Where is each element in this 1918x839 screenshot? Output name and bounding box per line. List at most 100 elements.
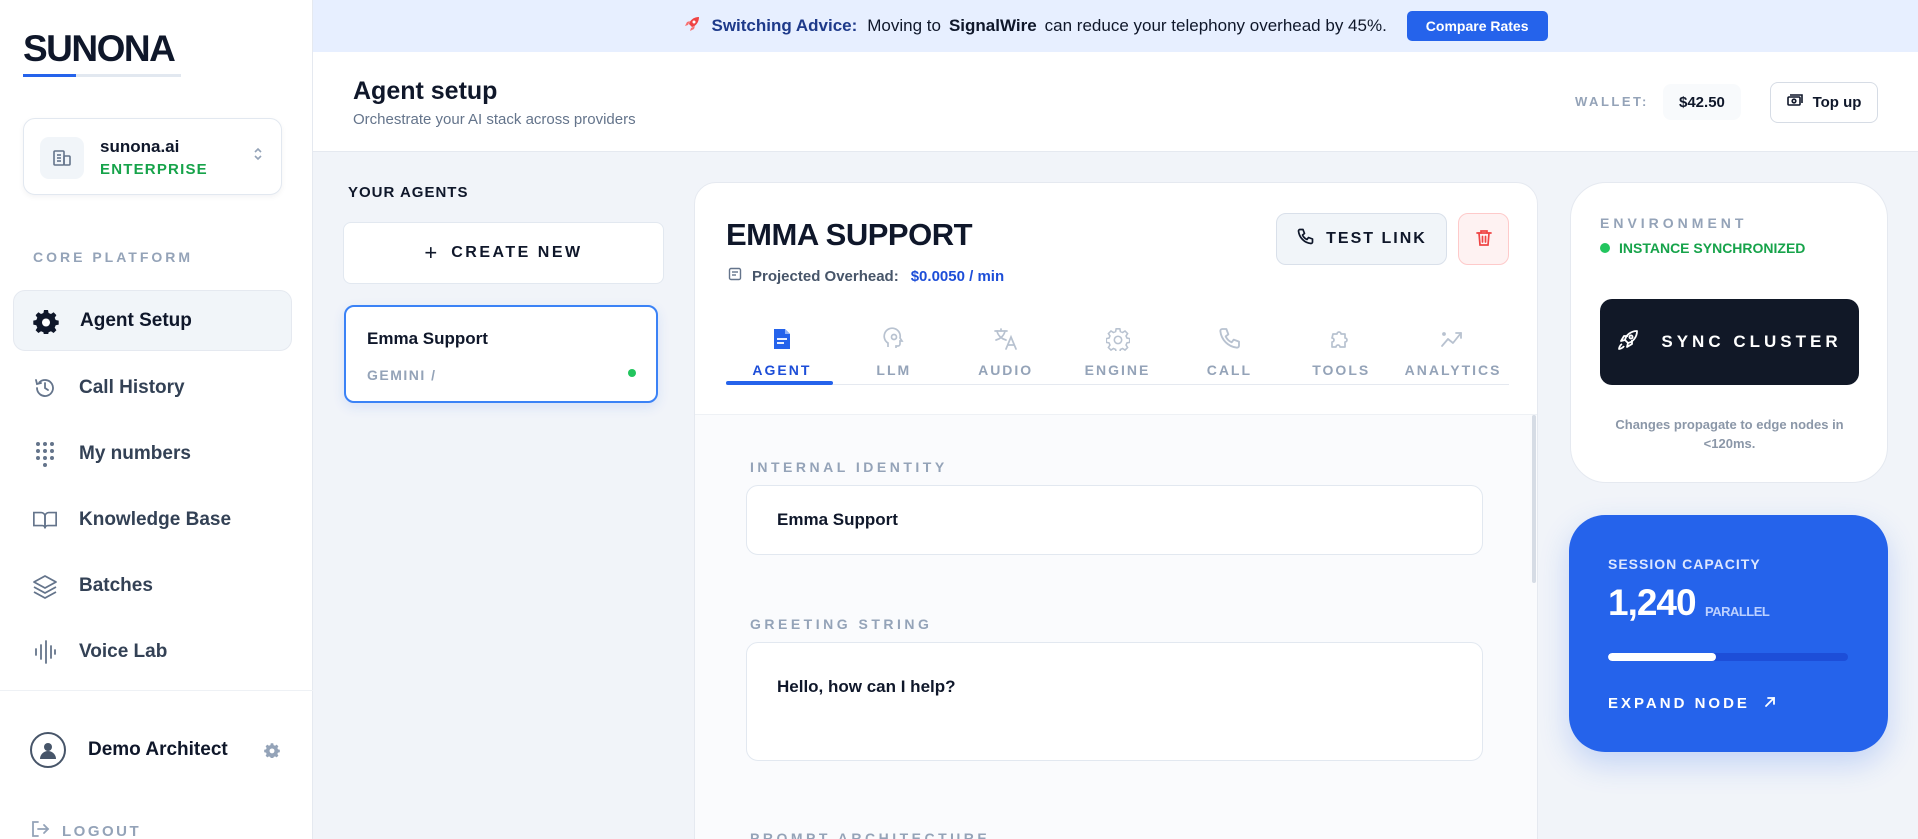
tab-engine[interactable]: ENGINE xyxy=(1062,323,1174,384)
agent-title: EMMA SUPPORT xyxy=(726,217,973,252)
environment-card: ENVIRONMENT INSTANCE SYNCHRONIZED SYNC C… xyxy=(1570,182,1888,483)
sidebar-item-my-numbers[interactable]: My numbers xyxy=(13,423,292,484)
tab-label: AGENT xyxy=(752,362,812,378)
prompt-label: PROMPT ARCHITECTURE xyxy=(750,830,991,839)
sidebar-item-voice-lab[interactable]: Voice Lab xyxy=(13,621,292,682)
environment-label: ENVIRONMENT xyxy=(1600,215,1748,231)
banner-text: Moving to xyxy=(867,16,941,35)
brain-icon xyxy=(882,325,906,353)
capacity-value: 1,240 xyxy=(1608,582,1697,623)
waveform-icon xyxy=(32,639,58,665)
user-profile[interactable]: Demo Architect xyxy=(30,730,280,770)
plus-icon: + xyxy=(424,240,438,265)
arrow-up-right-icon xyxy=(1764,695,1776,712)
agents-section-label: YOUR AGENTS xyxy=(348,184,469,201)
create-agent-button[interactable]: + CREATE NEW xyxy=(343,222,664,284)
agent-form: INTERNAL IDENTITY Emma Support GREETING … xyxy=(695,414,1537,839)
app-logo[interactable]: SUNONA xyxy=(23,28,176,70)
identity-label: INTERNAL IDENTITY xyxy=(750,459,948,475)
sidebar-item-label: Voice Lab xyxy=(79,640,168,662)
trend-icon xyxy=(1440,325,1466,353)
rocket-icon xyxy=(683,15,701,38)
logout-button[interactable]: LOGOUT xyxy=(30,820,141,839)
capacity-label: SESSION CAPACITY xyxy=(1608,556,1761,572)
compare-rates-button[interactable]: Compare Rates xyxy=(1406,11,1548,41)
sidebar-item-label: Knowledge Base xyxy=(79,508,232,530)
book-icon xyxy=(32,507,58,533)
promo-banner: Switching Advice: Moving to SignalWire c… xyxy=(313,0,1918,52)
rocket-icon xyxy=(1617,329,1639,356)
sidebar-item-agent-setup[interactable]: Agent Setup xyxy=(13,290,292,351)
cash-icon xyxy=(1786,93,1803,112)
sync-status-label: INSTANCE SYNCHRONIZED xyxy=(1619,240,1806,256)
expand-node-button[interactable]: EXPAND NODE xyxy=(1608,695,1776,712)
logo-underline xyxy=(23,74,181,77)
create-label: CREATE NEW xyxy=(451,244,583,261)
projected-overhead: Projected Overhead: $0.0050 / min xyxy=(728,267,1004,285)
receipt-icon xyxy=(728,267,742,285)
tab-llm[interactable]: LLM xyxy=(838,323,950,384)
page-subtitle: Orchestrate your AI stack across provide… xyxy=(353,111,636,128)
nav-section-label: CORE PLATFORM xyxy=(33,249,194,265)
sidebar-item-label: My numbers xyxy=(79,442,191,464)
org-switcher[interactable]: sunona.ai ENTERPRISE xyxy=(23,118,282,195)
sync-cluster-button[interactable]: SYNC CLUSTER xyxy=(1600,299,1859,385)
identity-input[interactable]: Emma Support xyxy=(746,485,1483,555)
document-icon xyxy=(772,325,792,353)
agent-model: GEMINI / xyxy=(367,367,437,383)
tab-label: TOOLS xyxy=(1312,362,1371,378)
top-up-button[interactable]: Top up xyxy=(1770,82,1878,123)
tab-analytics[interactable]: ANALYTICS xyxy=(1397,323,1509,384)
cog-icon xyxy=(1105,325,1130,353)
expand-label: EXPAND NODE xyxy=(1608,695,1750,712)
sync-cluster-label: SYNC CLUSTER xyxy=(1661,332,1842,351)
tab-call[interactable]: CALL xyxy=(1173,323,1285,384)
tab-audio[interactable]: AUDIO xyxy=(950,323,1062,384)
sidebar-item-call-history[interactable]: Call History xyxy=(13,357,292,418)
config-tabs: AGENT LLM AUDIO ENGINE CALL TOOLS ANALYT… xyxy=(726,323,1509,385)
overhead-value: $0.0050 / min xyxy=(910,267,1005,285)
tab-label: ENGINE xyxy=(1084,362,1151,378)
page-title: Agent setup xyxy=(353,77,498,105)
sidebar-item-knowledge-base[interactable]: Knowledge Base xyxy=(13,489,292,550)
capacity-progress-bar xyxy=(1608,653,1848,661)
gear-icon xyxy=(33,308,59,334)
delete-agent-button[interactable] xyxy=(1458,213,1509,265)
layers-icon xyxy=(32,573,58,599)
wallet-balance: $42.50 xyxy=(1663,84,1741,120)
dialpad-icon xyxy=(32,441,58,467)
org-name: sunona.ai xyxy=(100,137,180,156)
logout-label: LOGOUT xyxy=(62,823,142,839)
tab-label: AUDIO xyxy=(978,362,1034,378)
sidebar-item-label: Call History xyxy=(79,376,185,398)
sidebar-divider xyxy=(0,690,313,691)
banner-text-2: can reduce your telephony overhead by 45… xyxy=(1044,16,1387,35)
test-link-label: TEST LINK xyxy=(1326,230,1427,247)
org-plan-badge: ENTERPRISE xyxy=(100,161,208,178)
user-name: Demo Architect xyxy=(88,739,228,760)
banner-lead: Switching Advice: xyxy=(711,16,858,35)
tab-tools[interactable]: TOOLS xyxy=(1285,323,1397,384)
banner-brand: SignalWire xyxy=(948,16,1037,35)
overhead-label: Projected Overhead: xyxy=(752,267,899,285)
status-dot xyxy=(628,369,636,377)
phone-icon xyxy=(1217,325,1241,353)
greeting-label: GREETING STRING xyxy=(750,616,933,632)
greeting-input[interactable]: Hello, how can I help? xyxy=(746,642,1483,761)
logout-icon xyxy=(30,820,50,839)
test-link-button[interactable]: TEST LINK xyxy=(1276,213,1447,265)
scrollbar[interactable] xyxy=(1532,415,1536,583)
trash-icon xyxy=(1475,229,1492,250)
settings-icon[interactable] xyxy=(264,742,280,763)
capacity-progress-fill xyxy=(1608,653,1716,661)
tab-label: ANALYTICS xyxy=(1404,362,1502,378)
propagation-note: Changes propagate to edge nodes in <120m… xyxy=(1615,417,1844,451)
agent-list-item[interactable]: Emma Support GEMINI / xyxy=(344,305,658,403)
status-dot xyxy=(1600,243,1610,253)
page-header: Agent setup Orchestrate your AI stack ac… xyxy=(313,52,1918,152)
sidebar: SUNONA sunona.ai ENTERPRISE CORE PLATFOR… xyxy=(0,0,313,839)
tab-agent[interactable]: AGENT xyxy=(726,323,838,385)
sidebar-item-label: Agent Setup xyxy=(80,309,192,331)
sidebar-item-batches[interactable]: Batches xyxy=(13,555,292,616)
phone-icon xyxy=(1296,228,1314,251)
